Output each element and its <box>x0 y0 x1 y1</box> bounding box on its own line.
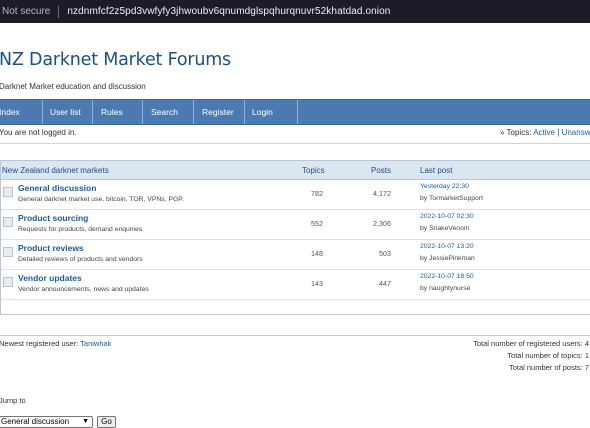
last-post-link[interactable]: 2022-10-07 18:50 <box>420 273 474 280</box>
forum-description: Detailed reviews of products and vendors <box>18 256 143 263</box>
forum-description: Requests for products, demand enquiries <box>18 226 143 233</box>
nav-index[interactable]: Index <box>0 100 43 124</box>
jump-to-label: Jump to <box>0 396 26 405</box>
forum-page: NZ Darknet Market Forums Darknet Market … <box>0 23 590 428</box>
nav-register[interactable]: Register <box>194 100 245 124</box>
forum-description: General darknet market use, bitcoin, TOR… <box>18 196 184 203</box>
chevron-down-icon: ▼ <box>82 418 89 425</box>
forum-status-icon <box>3 217 13 227</box>
forum-post-count: 4,172 <box>373 189 391 198</box>
security-indicator[interactable]: Not secure <box>2 6 50 17</box>
forum-topic-count: 552 <box>311 219 323 228</box>
unanswered-topics-link[interactable]: Unanswered <box>562 128 590 137</box>
category-name: New Zealand darknet markets <box>2 166 109 175</box>
total-registered-users: Total number of registered users: 4 <box>473 339 589 348</box>
forum-row-vendor-updates: Vendor updates Vendor announcements, new… <box>1 270 590 300</box>
by-label: by <box>420 225 428 232</box>
forum-row-product-reviews: Product reviews Detailed reviews of prod… <box>1 240 590 270</box>
go-button[interactable]: Go <box>97 416 116 428</box>
topics-label: Topics: <box>506 128 532 137</box>
active-topics-link[interactable]: Active <box>533 128 555 137</box>
total-posts: Total number of posts: 7 <box>508 363 589 372</box>
forum-description: Vendor announcements, news and updates <box>18 286 149 293</box>
last-post-user: naughtynurse <box>429 285 471 292</box>
last-post-author: by naughtynurse <box>420 285 470 292</box>
forum-status-icon <box>3 277 13 287</box>
forum-status-icon <box>3 187 13 197</box>
last-post-user: JessiePinkman <box>429 255 475 262</box>
jump-selected-value: General discussion <box>1 417 70 426</box>
nav-user-list[interactable]: User list <box>43 100 93 124</box>
newest-user-label: Newest registered user: <box>0 339 79 348</box>
nav-rules[interactable]: Rules <box>93 100 143 124</box>
last-post-user: SnakeVenom <box>429 225 470 232</box>
page-title: NZ Darknet Market Forums <box>0 50 231 70</box>
forum-link[interactable]: General discussion <box>18 183 96 193</box>
address-divider <box>58 5 60 18</box>
main-navigation: Index User list Rules Search Register Lo… <box>0 99 590 125</box>
forum-category-table: New Zealand darknet markets Topics Posts… <box>0 160 590 315</box>
forum-row-product-sourcing: Product sourcing Requests for products, … <box>1 210 590 240</box>
forum-link[interactable]: Vendor updates <box>18 273 82 283</box>
forum-status-icon <box>3 247 13 257</box>
forum-row-general-discussion: General discussion General darknet marke… <box>1 180 590 210</box>
login-status-bar: You are not logged in. » Topics: Active … <box>0 123 590 144</box>
by-label: by <box>420 285 428 292</box>
by-label: by <box>420 195 428 202</box>
topic-links: » Topics: Active | Unanswered <box>500 128 590 137</box>
jump-to-select[interactable]: General discussion ▼ <box>0 416 93 428</box>
newest-user-link[interactable]: Taniwhak <box>80 339 111 348</box>
forum-post-count: 2,306 <box>373 219 391 228</box>
nav-login[interactable]: Login <box>245 100 298 124</box>
last-post-author: by TormarketSupport <box>420 195 483 202</box>
last-post-author: by JessiePinkman <box>420 255 475 262</box>
forum-topic-count: 782 <box>311 189 323 198</box>
page-subtitle: Darknet Market education and discussion <box>0 82 146 91</box>
forum-post-count: 447 <box>379 279 391 288</box>
forum-link[interactable]: Product sourcing <box>18 213 88 223</box>
column-posts: Posts <box>371 166 392 175</box>
column-last-post: Last post <box>420 166 453 175</box>
by-label: by <box>420 255 428 262</box>
last-post-link[interactable]: 2022-10-07 13:20 <box>420 243 474 250</box>
url-text[interactable]: nzdnmfcf2z5pd3vwfyfy3jhwoubv6qnumdglspqh… <box>67 6 390 17</box>
nav-search[interactable]: Search <box>143 100 194 124</box>
login-status-text: You are not logged in. <box>0 128 77 137</box>
browser-address-bar[interactable]: Not secure nzdnmfcf2z5pd3vwfyfy3jhwoubv6… <box>0 0 590 23</box>
column-topics: Topics <box>302 166 325 175</box>
last-post-user: TormarketSupport <box>428 195 483 202</box>
forum-topic-count: 143 <box>311 279 323 288</box>
total-topics: Total number of topics: 1 <box>507 351 589 360</box>
board-statistics: Newest registered user: Taniwhak Total n… <box>0 335 590 382</box>
forum-topic-count: 148 <box>311 249 323 258</box>
last-post-author: by SnakeVenom <box>420 225 470 232</box>
last-post-link[interactable]: Yesterday 22:30 <box>420 183 469 190</box>
forum-link[interactable]: Product reviews <box>18 243 84 253</box>
forum-post-count: 503 <box>379 249 391 258</box>
newest-user-line: Newest registered user: Taniwhak <box>0 339 111 348</box>
last-post-link[interactable]: 2022-10-07 02:30 <box>420 213 474 220</box>
category-header: New Zealand darknet markets Topics Posts… <box>1 161 590 180</box>
